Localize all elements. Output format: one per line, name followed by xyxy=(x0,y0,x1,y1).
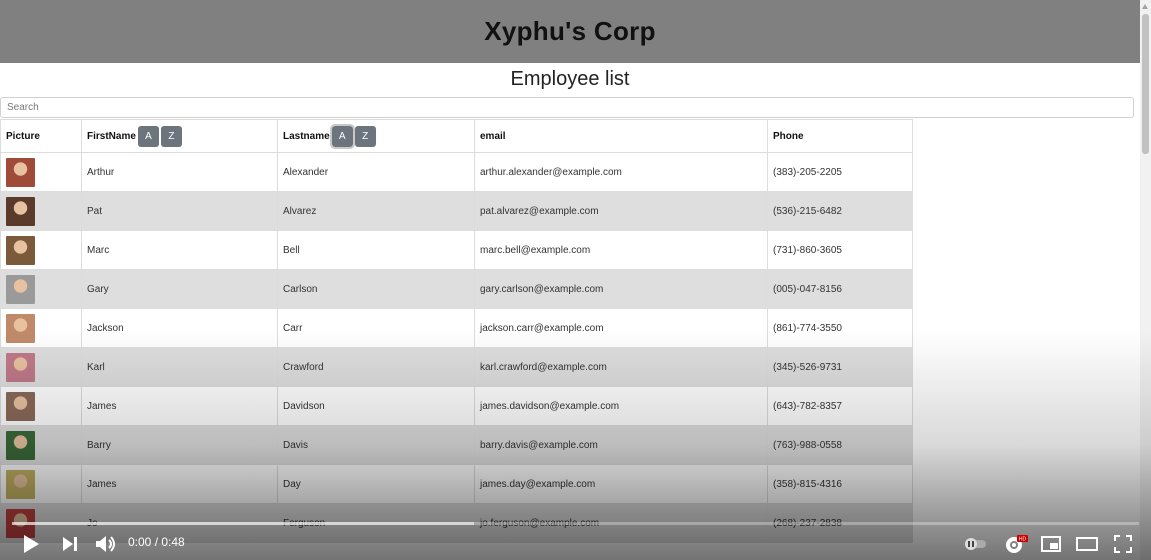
hd-badge: HD xyxy=(1019,537,1027,543)
video-progress-bar[interactable] xyxy=(12,522,1139,525)
cell-phone: (345)-526-9731 xyxy=(767,347,913,387)
cell-lastname: Bell xyxy=(277,230,475,270)
cell-phone: (536)-215-6482 xyxy=(767,191,913,231)
cell-firstname: Jackson xyxy=(81,308,278,348)
volume-icon[interactable] xyxy=(90,528,122,560)
search-input[interactable] xyxy=(0,97,1134,118)
table-row: Barry Davis barry.davis@example.com (763)-9… xyxy=(0,425,913,465)
table-row: Pat Alvarez pat.alvarez@example.com (536)-2… xyxy=(0,191,913,231)
play-icon[interactable] xyxy=(14,528,48,560)
avatar xyxy=(6,196,35,226)
column-label-email: email xyxy=(480,130,506,142)
cell-lastname: Carlson xyxy=(277,269,475,309)
avatar xyxy=(6,274,35,304)
table-row: Karl Crawford karl.crawford@example.com (34… xyxy=(0,347,913,387)
employee-list-heading: Employee list xyxy=(510,68,630,90)
sort-firstname-desc-button[interactable]: Z xyxy=(160,125,182,147)
table-row: James Day james.day@example.com (358)-815-4… xyxy=(0,464,913,504)
table-row: Jackson Carr jackson.carr@example.com (861)… xyxy=(0,308,913,348)
table-header-row: Picture FirstName A Z Lastname A Z email Pho… xyxy=(0,119,913,153)
avatar xyxy=(6,352,35,382)
cell-picture xyxy=(0,152,82,192)
cell-picture xyxy=(0,191,82,231)
cell-picture xyxy=(0,308,82,348)
cell-email: james.day@example.com xyxy=(474,464,768,504)
next-icon[interactable] xyxy=(56,528,84,560)
cell-email: arthur.alexander@example.com xyxy=(474,152,768,192)
cell-phone: (643)-782-8357 xyxy=(767,386,913,426)
cell-picture xyxy=(0,425,82,465)
cell-firstname: James xyxy=(81,386,278,426)
cell-phone: (383)-205-2205 xyxy=(767,152,913,192)
cell-lastname: Crawford xyxy=(277,347,475,387)
theater-mode-icon[interactable] xyxy=(1072,528,1102,560)
table-row: Marc Bell marc.bell@example.com (731)-860-3… xyxy=(0,230,913,270)
cell-email: pat.alvarez@example.com xyxy=(474,191,768,231)
vertical-scrollbar[interactable] xyxy=(1140,0,1151,560)
column-header-firstname: FirstName A Z xyxy=(81,119,278,153)
cell-email: marc.bell@example.com xyxy=(474,230,768,270)
cell-firstname: Barry xyxy=(81,425,278,465)
cell-phone: (358)-815-4316 xyxy=(767,464,913,504)
avatar xyxy=(6,391,35,421)
cell-lastname: Davidson xyxy=(277,386,475,426)
cell-picture xyxy=(0,464,82,504)
table-row: Arthur Alexander arthur.alexander@example.… xyxy=(0,152,913,192)
avatar xyxy=(6,235,35,265)
cell-email: karl.crawford@example.com xyxy=(474,347,768,387)
cell-email: barry.davis@example.com xyxy=(474,425,768,465)
column-label-lastname: Lastname xyxy=(283,130,330,142)
cell-lastname: Alvarez xyxy=(277,191,475,231)
cell-phone: (861)-774-3550 xyxy=(767,308,913,348)
column-header-phone: Phone xyxy=(767,119,913,153)
cell-firstname: Pat xyxy=(81,191,278,231)
cell-phone: (731)-860-3605 xyxy=(767,230,913,270)
cell-lastname: Day xyxy=(277,464,475,504)
employee-table: Picture FirstName A Z Lastname A Z email Pho… xyxy=(0,119,913,543)
cell-phone: (763)-988-0558 xyxy=(767,425,913,465)
cell-email: james.davidson@example.com xyxy=(474,386,768,426)
cell-firstname: Marc xyxy=(81,230,278,270)
cell-phone: (005)-047-8156 xyxy=(767,269,913,309)
page-title: Xyphu's Corp xyxy=(484,16,656,46)
cell-firstname: Gary xyxy=(81,269,278,309)
app-page: Xyphu's Corp Employee list Picture First… xyxy=(0,0,1140,560)
column-label-picture: Picture xyxy=(6,130,40,142)
column-header-lastname: Lastname A Z xyxy=(277,119,475,153)
cell-lastname: Davis xyxy=(277,425,475,465)
avatar xyxy=(6,469,35,499)
column-label-phone: Phone xyxy=(773,130,804,142)
cell-lastname: Alexander xyxy=(277,152,475,192)
cell-picture xyxy=(0,269,82,309)
fullscreen-icon[interactable] xyxy=(1108,528,1138,560)
column-header-email: email xyxy=(474,119,768,153)
cell-firstname: Karl xyxy=(81,347,278,387)
cell-picture xyxy=(0,386,82,426)
table-row: Gary Carlson gary.carlson@example.com (005)… xyxy=(0,269,913,309)
header-bar: Xyphu's Corp xyxy=(0,0,1140,63)
autoplay-toggle-icon[interactable] xyxy=(958,528,992,560)
cell-picture xyxy=(0,230,82,270)
column-label-firstname: FirstName xyxy=(87,130,136,142)
sort-firstname-asc-button[interactable]: A xyxy=(137,125,159,147)
video-buffered-bar xyxy=(12,522,475,525)
cell-picture xyxy=(0,347,82,387)
table-row: James Davidson james.davidson@example.com(… xyxy=(0,386,913,426)
cell-lastname: Carr xyxy=(277,308,475,348)
settings-gear-icon[interactable]: HD xyxy=(1000,528,1032,560)
miniplayer-icon[interactable] xyxy=(1036,528,1066,560)
sort-lastname-desc-button[interactable]: Z xyxy=(354,125,376,147)
sort-lastname-asc-button[interactable]: A xyxy=(329,123,355,149)
column-header-picture: Picture xyxy=(0,119,82,153)
cell-email: jackson.carr@example.com xyxy=(474,308,768,348)
cell-firstname: James xyxy=(81,464,278,504)
scroll-up-arrow-icon[interactable] xyxy=(1142,4,1148,9)
video-time-display: 0:00 / 0:48 xyxy=(128,535,185,549)
avatar xyxy=(6,157,35,187)
avatar xyxy=(6,430,35,460)
scrollbar-thumb[interactable] xyxy=(1142,14,1149,154)
avatar xyxy=(6,313,35,343)
cell-firstname: Arthur xyxy=(81,152,278,192)
cell-email: gary.carlson@example.com xyxy=(474,269,768,309)
